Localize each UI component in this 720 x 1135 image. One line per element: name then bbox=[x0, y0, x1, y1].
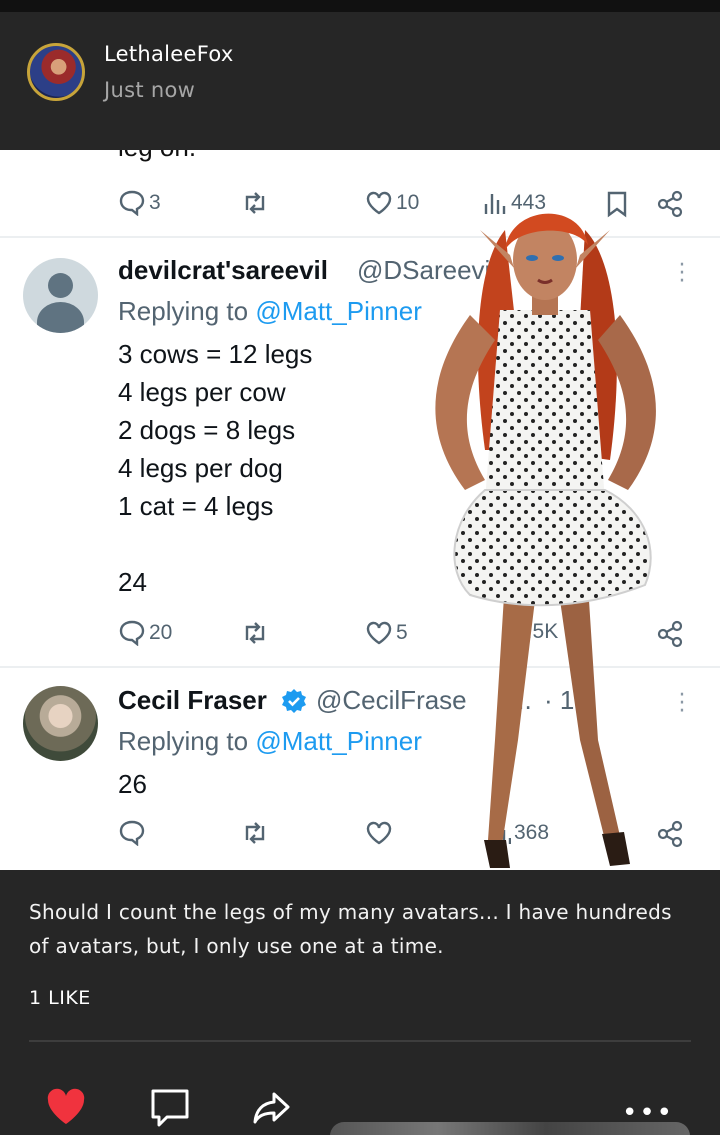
reply-count: 20 bbox=[118, 620, 172, 646]
heart-filled-icon[interactable] bbox=[46, 1088, 86, 1126]
like-count-label[interactable]: 1 LIKE bbox=[29, 987, 91, 1009]
like-button bbox=[365, 820, 393, 846]
next-post-preview[interactable] bbox=[330, 1122, 690, 1135]
tweet-body-line: 2 dogs = 8 legs bbox=[118, 415, 296, 445]
heart-outline-icon bbox=[366, 621, 392, 645]
share-icon[interactable] bbox=[252, 1088, 292, 1126]
tweet-body: 3 cows = 12 legs 4 legs per cow 2 dogs = 8… bbox=[118, 335, 312, 525]
retweet-icon bbox=[245, 192, 265, 214]
reply-icon bbox=[119, 820, 145, 846]
tweet-answer: 24 bbox=[118, 567, 147, 597]
author-name[interactable]: LethaleeFox bbox=[104, 42, 234, 66]
tweet-author-name: Cecil Fraser bbox=[118, 685, 267, 715]
post-timestamp: Just now bbox=[104, 78, 196, 102]
post-header: LethaleeFox Just now bbox=[0, 12, 720, 148]
reply-button bbox=[118, 820, 146, 846]
reply-icon bbox=[119, 620, 145, 646]
tweet-body-line: 4 legs per cow bbox=[118, 377, 286, 407]
replying-to: Replying to @Matt_Pinner bbox=[118, 296, 422, 326]
retweet-icon bbox=[245, 622, 265, 644]
retweet-icon bbox=[245, 822, 265, 844]
reply-icon bbox=[119, 190, 145, 216]
retweet-button bbox=[240, 190, 270, 216]
like-count: 5 bbox=[365, 620, 408, 646]
footer-divider bbox=[29, 1040, 691, 1042]
replying-to: Replying to @Matt_Pinner bbox=[118, 726, 422, 756]
tweet-avatar bbox=[23, 686, 98, 761]
tweet-body-line: 1 cat = 4 legs bbox=[118, 491, 274, 521]
tweet-answer: 26 bbox=[118, 769, 147, 799]
tweet-body-line: 3 cows = 12 legs bbox=[118, 339, 313, 369]
tweet-avatar bbox=[23, 258, 98, 333]
heart-outline-icon bbox=[366, 821, 392, 845]
author-avatar[interactable] bbox=[27, 43, 85, 101]
retweet-button bbox=[240, 820, 270, 846]
post-caption: Should I count the legs of my many avata… bbox=[29, 900, 672, 958]
comment-icon[interactable] bbox=[150, 1088, 190, 1128]
tweet-author-name: devilcrat'sareevil bbox=[118, 255, 328, 285]
tweet-cut-text: leg on. bbox=[118, 150, 196, 163]
heart-outline-icon bbox=[366, 191, 392, 215]
reply-count: 3 bbox=[118, 190, 161, 216]
tweet-body-line: 4 legs per dog bbox=[118, 453, 283, 483]
verified-badge-icon bbox=[282, 689, 306, 713]
status-strip bbox=[0, 0, 720, 12]
avatar-character-image bbox=[435, 213, 656, 868]
retweet-button bbox=[240, 620, 270, 646]
